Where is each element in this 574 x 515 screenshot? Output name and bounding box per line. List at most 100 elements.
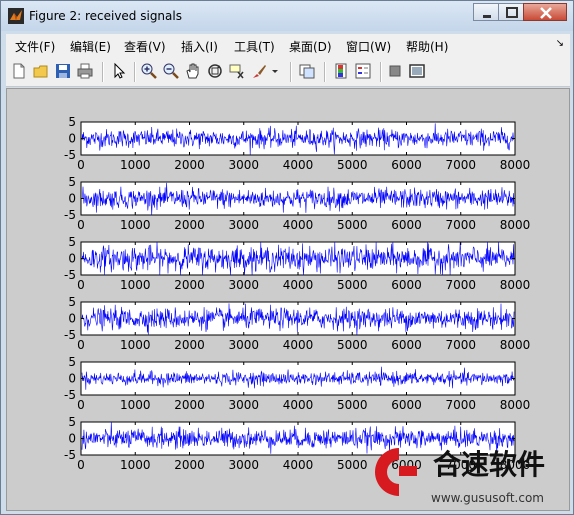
watermark-logo	[375, 448, 417, 496]
x-tick-label: 0	[77, 218, 85, 232]
minimize-icon	[483, 15, 491, 18]
menu-tools[interactable]: 工具(T)	[234, 38, 275, 55]
x-tick-label: 2000	[174, 398, 205, 412]
x-tick-label: 2000	[174, 158, 205, 172]
x-tick-label: 8000	[500, 278, 531, 292]
menu-view[interactable]: 查看(V)	[124, 38, 166, 55]
brush-icon[interactable]	[250, 62, 268, 80]
x-tick-label: 8000	[500, 398, 531, 412]
x-tick-label: 6000	[391, 338, 422, 352]
menu-desktop[interactable]: 桌面(D)	[289, 38, 332, 55]
subplot-axes[interactable]: 0 1000 2000 3000 4000 5000 6000 7000 800050-5	[64, 175, 530, 232]
menu-help[interactable]: 帮助(H)	[406, 38, 448, 55]
x-tick-label: 0	[77, 398, 85, 412]
pointer-icon[interactable]	[110, 62, 128, 80]
matlab-icon	[8, 8, 24, 24]
x-tick-label: 0	[77, 158, 85, 172]
brush-dropdown-icon[interactable]	[270, 62, 280, 80]
y-tick-label: 0	[68, 192, 76, 206]
insert-legend-icon[interactable]	[354, 62, 372, 80]
open-file-icon[interactable]	[32, 62, 50, 80]
y-tick-label: 0	[68, 252, 76, 266]
menu-insert[interactable]: 插入(I)	[181, 38, 218, 55]
watermark: 合速软件 www.gususoft.com	[375, 448, 545, 505]
maximize-icon	[506, 7, 518, 18]
x-tick-label: 1000	[120, 278, 151, 292]
title-bar[interactable]: Figure 2: received signals	[1, 1, 573, 31]
x-tick-label: 6000	[391, 398, 422, 412]
menubar-dock-arrow-icon[interactable]: ↘	[556, 38, 564, 49]
x-tick-label: 5000	[337, 158, 368, 172]
toolbar-separator	[290, 62, 292, 82]
x-tick-label: 1000	[120, 398, 151, 412]
x-tick-label: 3000	[228, 158, 259, 172]
x-tick-label: 4000	[283, 158, 314, 172]
x-tick-label: 0	[77, 278, 85, 292]
x-tick-label: 7000	[445, 278, 476, 292]
x-tick-label: 3000	[228, 338, 259, 352]
figure-canvas[interactable]: 0 1000 2000 3000 4000 5000 6000 7000 8000 5 0 -5 0 10…	[6, 88, 570, 511]
save-icon[interactable]	[54, 62, 72, 80]
y-tick-label: -5	[64, 448, 76, 462]
x-tick-label: 1000	[120, 458, 151, 472]
x-tick-label: 2000	[174, 458, 205, 472]
x-tick-label: 4000	[283, 398, 314, 412]
x-tick-label: 0	[77, 458, 85, 472]
y-tick-label: 5	[68, 235, 76, 249]
subplot-axes[interactable]: 0 1000 2000 3000 4000 5000 6000 7000 800050-5	[64, 235, 530, 292]
x-tick-label: 2000	[174, 218, 205, 232]
minimize-button[interactable]	[473, 3, 499, 21]
x-tick-label: 3000	[228, 398, 259, 412]
menu-file[interactable]: 文件(F)	[15, 38, 55, 55]
x-tick-label: 6000	[391, 278, 422, 292]
new-figure-icon[interactable]	[10, 62, 28, 80]
x-tick-label: 2000	[174, 278, 205, 292]
rotate-3d-icon[interactable]	[206, 62, 224, 80]
close-button[interactable]	[523, 3, 567, 21]
x-tick-label: 5000	[337, 458, 368, 472]
y-tick-label: 0	[68, 372, 76, 386]
x-tick-label: 1000	[120, 338, 151, 352]
x-tick-label: 4000	[283, 338, 314, 352]
x-tick-label: 3000	[228, 218, 259, 232]
pan-hand-icon[interactable]	[184, 62, 202, 80]
window-title: Figure 2: received signals	[29, 9, 182, 23]
insert-colorbar-icon[interactable]	[332, 62, 350, 80]
maximize-button[interactable]	[498, 3, 524, 21]
y-tick-label: 5	[68, 355, 76, 369]
x-tick-label: 8000	[500, 338, 531, 352]
subplot-axes[interactable]: 0 1000 2000 3000 4000 5000 6000 7000 800050-5	[64, 355, 530, 412]
toolbar-separator	[324, 62, 326, 82]
y-tick-label: 5	[68, 415, 76, 429]
subplot-axes[interactable]: 0 1000 2000 3000 4000 5000 6000 7000 800050-5	[64, 115, 530, 172]
menu-window[interactable]: 窗口(W)	[346, 38, 391, 55]
zoom-out-icon[interactable]	[162, 62, 180, 80]
x-tick-label: 7000	[445, 158, 476, 172]
hide-plot-tools-icon[interactable]	[386, 62, 404, 80]
show-plot-tools-icon[interactable]	[408, 62, 426, 80]
x-tick-label: 4000	[283, 458, 314, 472]
y-tick-label: -5	[64, 268, 76, 282]
zoom-in-icon[interactable]	[140, 62, 158, 80]
y-tick-label: 0	[68, 312, 76, 326]
watermark-url: www.gususoft.com	[431, 491, 544, 505]
y-tick-label: 5	[68, 175, 76, 189]
menu-bar: 文件(F) 编辑(E) 查看(V) 插入(I) 工具(T) 桌面(D) 窗口(W…	[6, 34, 570, 56]
x-tick-label: 4000	[283, 218, 314, 232]
link-plot-icon[interactable]	[298, 62, 316, 80]
x-tick-label: 0	[77, 338, 85, 352]
data-cursor-icon[interactable]	[228, 62, 246, 80]
figure-toolbar	[6, 56, 570, 87]
x-tick-label: 3000	[228, 278, 259, 292]
x-tick-label: 7000	[445, 398, 476, 412]
toolbar-separator	[102, 62, 104, 82]
x-tick-label: 7000	[445, 218, 476, 232]
x-tick-label: 7000	[445, 338, 476, 352]
x-tick-label: 5000	[337, 218, 368, 232]
toolbar-separator	[134, 62, 136, 82]
x-tick-label: 6000	[391, 218, 422, 232]
print-icon[interactable]	[76, 62, 94, 80]
menu-edit[interactable]: 编辑(E)	[70, 38, 111, 55]
subplot-axes[interactable]: 0 1000 2000 3000 4000 5000 6000 7000 800050-5	[64, 295, 530, 352]
x-tick-label: 3000	[228, 458, 259, 472]
